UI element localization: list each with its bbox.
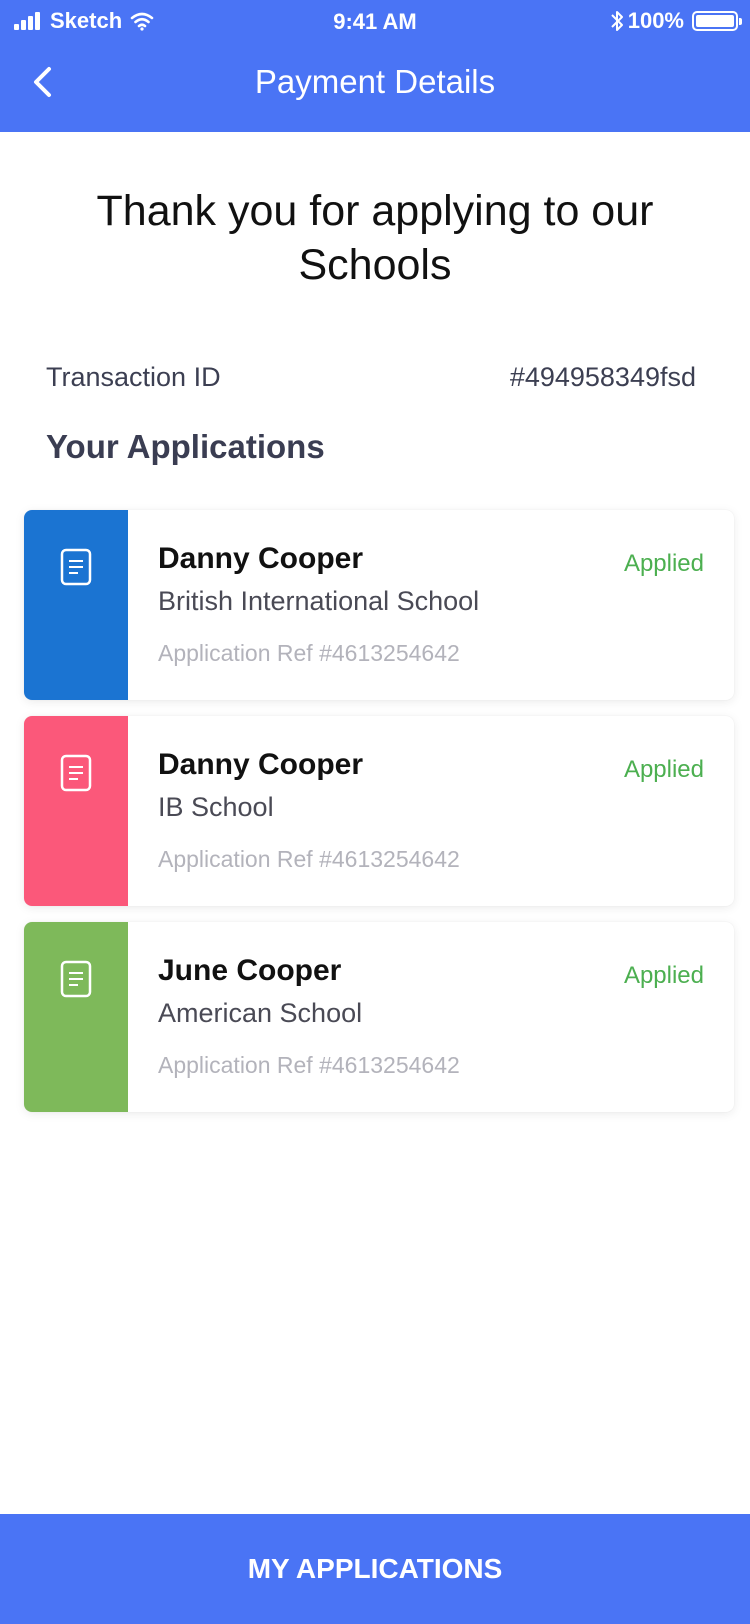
payment-details-screen: Sketch 9:41 AM 100% Payment Details Than… bbox=[0, 0, 750, 1624]
bluetooth-icon bbox=[611, 11, 623, 31]
battery-icon bbox=[692, 11, 742, 31]
application-card[interactable]: Danny Cooper IB School Application Ref #… bbox=[24, 716, 734, 906]
card-accent bbox=[24, 510, 128, 700]
document-icon bbox=[60, 754, 92, 792]
document-icon bbox=[60, 548, 92, 586]
card-accent bbox=[24, 922, 128, 1112]
status-label: Applied bbox=[623, 962, 704, 989]
card-accent bbox=[24, 716, 128, 906]
application-ref: Application Ref #4613254642 bbox=[158, 846, 460, 872]
application-card[interactable]: Danny Cooper British International Schoo… bbox=[24, 510, 734, 700]
status-bar: Sketch 9:41 AM 100% bbox=[0, 0, 750, 44]
school-name: American School bbox=[158, 998, 363, 1028]
transaction-row: Transaction ID #494958349fsd bbox=[46, 362, 696, 402]
application-ref: Application Ref #4613254642 bbox=[158, 640, 460, 666]
transaction-label: Transaction ID bbox=[46, 362, 221, 392]
applicant-name: Danny Cooper bbox=[158, 748, 364, 781]
header: Sketch 9:41 AM 100% Payment Details bbox=[0, 0, 750, 132]
school-name: IB School bbox=[158, 792, 274, 822]
status-right: 100% bbox=[610, 8, 742, 34]
page-title: Payment Details bbox=[254, 63, 496, 100]
my-applications-button[interactable]: MY APPLICATIONS bbox=[0, 1514, 750, 1624]
battery-percent: 100% bbox=[627, 8, 684, 33]
applicant-name: Danny Cooper bbox=[158, 542, 364, 575]
transaction-id-value: #494958349fsd bbox=[509, 362, 696, 392]
status-label: Applied bbox=[623, 756, 704, 783]
school-name: British International School bbox=[158, 586, 480, 616]
applicant-name: June Cooper bbox=[158, 954, 342, 987]
application-ref: Application Ref #4613254642 bbox=[158, 1052, 460, 1078]
document-icon bbox=[60, 960, 92, 998]
applications-section-title: Your Applications bbox=[46, 428, 325, 465]
applications-list: Danny Cooper British International Schoo… bbox=[24, 510, 734, 1128]
application-card[interactable]: June Cooper American School Application … bbox=[24, 922, 734, 1112]
status-label: Applied bbox=[623, 550, 704, 577]
thank-you-heading: Thank you for applying to our Schools bbox=[96, 187, 654, 289]
